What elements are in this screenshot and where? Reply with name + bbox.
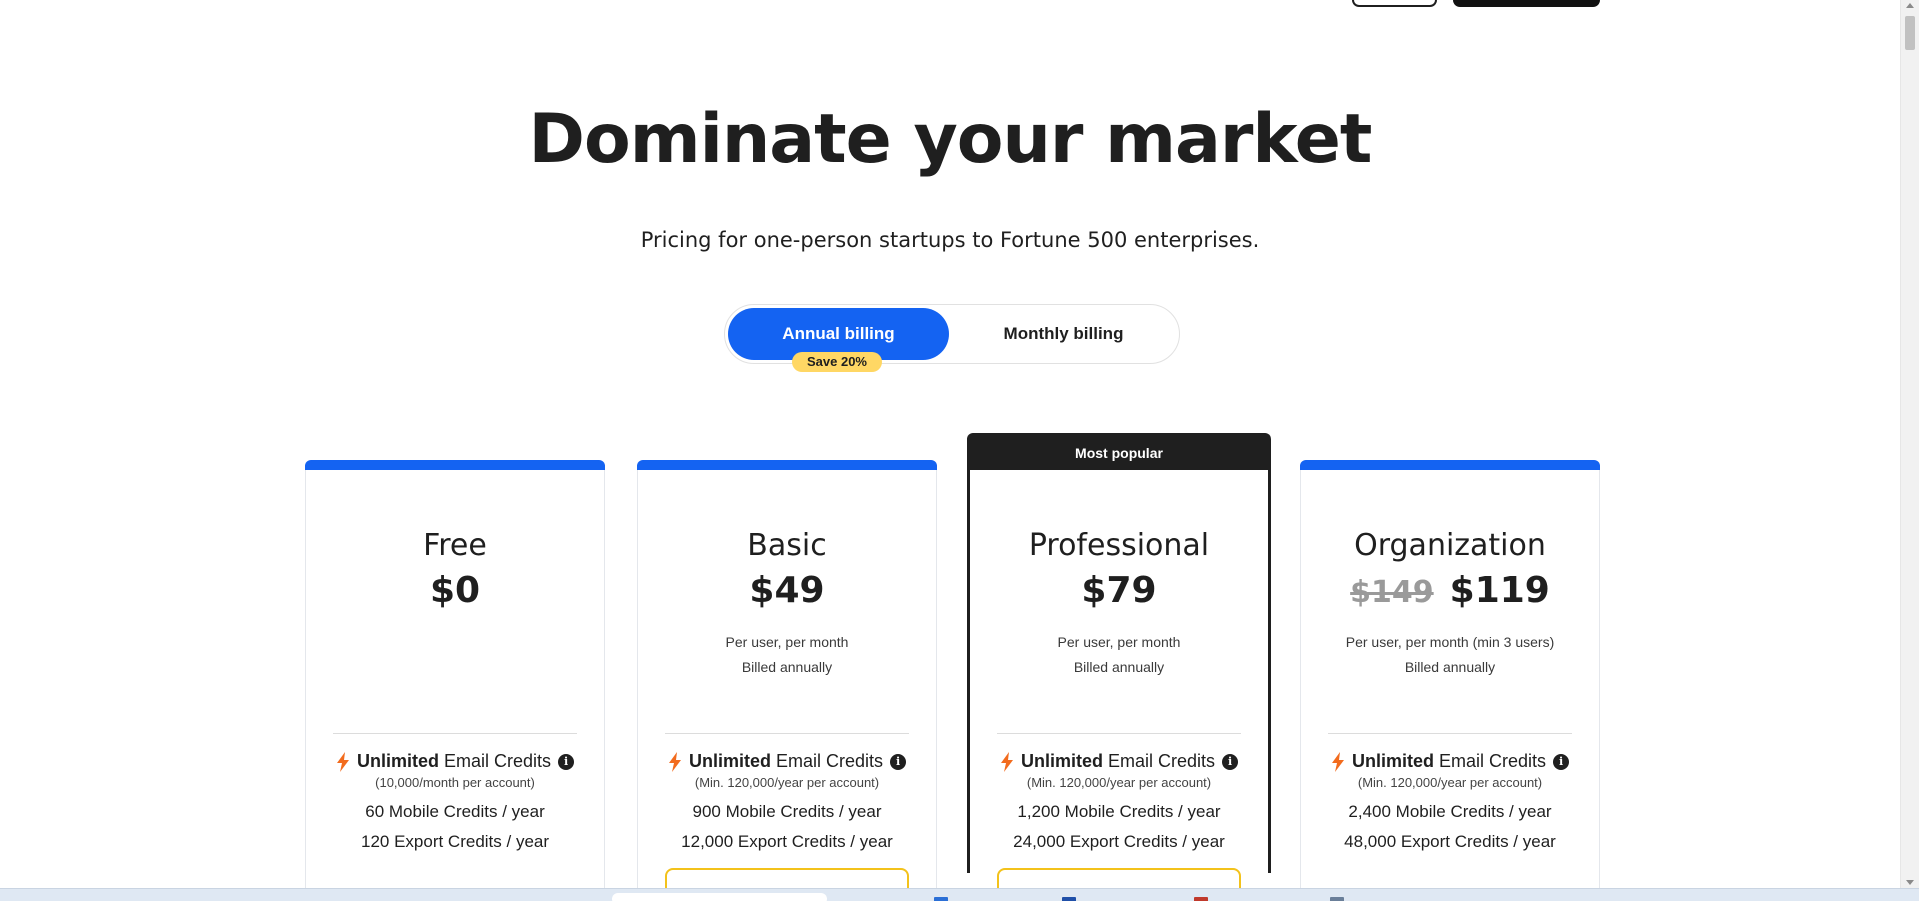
- os-taskbar: [0, 888, 1919, 901]
- plan-note: Per user, per month (min 3 users) Billed…: [1301, 630, 1599, 680]
- card-accent-bar: [1300, 460, 1600, 470]
- email-credits-line: Unlimited Email Credits i: [970, 751, 1268, 772]
- lightning-bolt-icon: [1000, 751, 1013, 772]
- vertical-scrollbar[interactable]: [1900, 0, 1919, 888]
- scroll-thumb[interactable]: [1905, 16, 1915, 50]
- export-credits: 120 Export Credits / year: [360, 832, 550, 851]
- email-credits-line: Unlimited Email Credits i: [306, 751, 604, 772]
- credits-bold: Unlimited: [1020, 751, 1103, 771]
- credits-text: Email Credits: [776, 751, 884, 771]
- plan-note-line1: Per user, per month (min 3 users): [1345, 634, 1555, 650]
- plan-card-organization: Organization $149 $119 Per user, per mon…: [1300, 460, 1600, 888]
- pricing-page: Dominate your market Pricing for one-per…: [0, 0, 1900, 888]
- lightning-bolt-icon: [1331, 751, 1344, 772]
- lightning-bolt-icon: [668, 751, 681, 772]
- billing-toggle: Annual billing Monthly billing: [724, 304, 1180, 364]
- plan-card-professional: Most popular Professional $79 Per user, …: [967, 433, 1271, 888]
- save-badge: Save 20%: [792, 352, 882, 372]
- nav-signup-button[interactable]: [1453, 0, 1600, 7]
- credits-text: Email Credits: [444, 751, 552, 771]
- card-divider: [665, 733, 909, 734]
- card-divider: [997, 733, 1241, 734]
- credits-subtext: (Min. 120,000/year per account): [694, 775, 880, 790]
- taskbar-app-icon[interactable]: [934, 897, 948, 901]
- export-credits: 48,000 Export Credits / year: [1344, 832, 1556, 851]
- plan-price: $119: [1449, 570, 1550, 611]
- plan-card-basic: Basic $49 Per user, per month Billed ann…: [637, 460, 937, 888]
- mobile-credits: 2,400 Mobile Credits / year: [1348, 802, 1552, 821]
- card-divider: [333, 733, 577, 734]
- mobile-credits: 1,200 Mobile Credits / year: [1017, 802, 1221, 821]
- plan-price-row: $0: [306, 570, 604, 611]
- plan-note-line1: Per user, per month: [725, 634, 849, 650]
- plan-note-line2: Billed annually: [1404, 659, 1496, 675]
- info-icon[interactable]: i: [1222, 753, 1239, 770]
- credits-subtext: (10,000/month per account): [375, 775, 535, 790]
- plan-name: Organization: [1354, 528, 1546, 563]
- export-credits: 12,000 Export Credits / year: [681, 832, 893, 851]
- credits-text: Email Credits: [1439, 751, 1547, 771]
- mobile-credits: 900 Mobile Credits / year: [692, 802, 882, 821]
- plan-old-price: $149: [1350, 575, 1434, 610]
- scroll-up-arrow-icon[interactable]: [1906, 3, 1914, 8]
- plan-name: Basic: [747, 528, 827, 563]
- lightning-bolt-icon: [336, 751, 349, 772]
- credits-bold: Unlimited: [1351, 751, 1434, 771]
- email-credits-line: Unlimited Email Credits i: [638, 751, 936, 772]
- taskbar-search-box[interactable]: [612, 893, 827, 901]
- plan-note-line1: Per user, per month: [1057, 634, 1181, 650]
- credits-bold: Unlimited: [356, 751, 439, 771]
- page-title: Dominate your market: [528, 100, 1373, 179]
- plan-price-row: $79: [970, 570, 1268, 611]
- plan-price: $49: [749, 570, 825, 611]
- plan-name: Professional: [1028, 528, 1210, 563]
- mobile-credits: 60 Mobile Credits / year: [365, 802, 545, 821]
- addon-box[interactable]: [665, 868, 909, 888]
- info-icon[interactable]: i: [1553, 753, 1570, 770]
- taskbar-app-icon[interactable]: [1062, 897, 1076, 901]
- credits-bold: Unlimited: [688, 751, 771, 771]
- email-credits-line: Unlimited Email Credits i: [1301, 751, 1599, 772]
- plan-note-line2: Billed annually: [1073, 659, 1165, 675]
- info-icon[interactable]: i: [558, 753, 575, 770]
- plan-price-row: $49: [638, 570, 936, 611]
- scroll-down-arrow-icon[interactable]: [1906, 880, 1914, 885]
- plan-note: Per user, per month Billed annually: [638, 630, 936, 680]
- addon-box[interactable]: [997, 868, 1241, 888]
- credits-subtext: (Min. 120,000/year per account): [1026, 775, 1212, 790]
- plan-note-line2: Billed annually: [741, 659, 833, 675]
- most-popular-badge: Most popular: [970, 436, 1268, 470]
- taskbar-app-icon[interactable]: [1194, 897, 1208, 901]
- card-accent-bar: [305, 460, 605, 470]
- card-accent-bar: [637, 460, 937, 470]
- credits-text: Email Credits: [1108, 751, 1216, 771]
- taskbar-app-icon[interactable]: [1330, 897, 1344, 901]
- export-credits: 24,000 Export Credits / year: [1013, 832, 1225, 851]
- credits-subtext: (Min. 120,000/year per account): [1357, 775, 1543, 790]
- plan-price-row: $149 $119: [1301, 570, 1599, 611]
- nav-login-button[interactable]: [1352, 0, 1437, 7]
- plan-card-free: Free $0 Unlimited Email Credits i (10,00…: [305, 460, 605, 888]
- monthly-billing-button[interactable]: Monthly billing: [953, 308, 1174, 360]
- plan-price: $0: [429, 570, 481, 611]
- card-divider: [1328, 733, 1572, 734]
- info-icon[interactable]: i: [890, 753, 907, 770]
- plan-note: Per user, per month Billed annually: [970, 630, 1268, 680]
- plan-name: Free: [423, 528, 487, 563]
- page-subtitle: Pricing for one-person startups to Fortu…: [640, 228, 1260, 252]
- plan-price: $79: [1081, 570, 1157, 611]
